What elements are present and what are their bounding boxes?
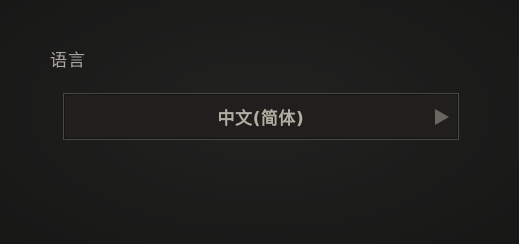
language-value: 中文(简体) (217, 109, 305, 129)
language-selector[interactable]: 中文(简体) (63, 93, 459, 140)
language-label: 语言 (50, 51, 86, 71)
next-arrow-icon[interactable] (435, 108, 449, 125)
settings-panel: 语言 中文(简体) (0, 0, 519, 244)
